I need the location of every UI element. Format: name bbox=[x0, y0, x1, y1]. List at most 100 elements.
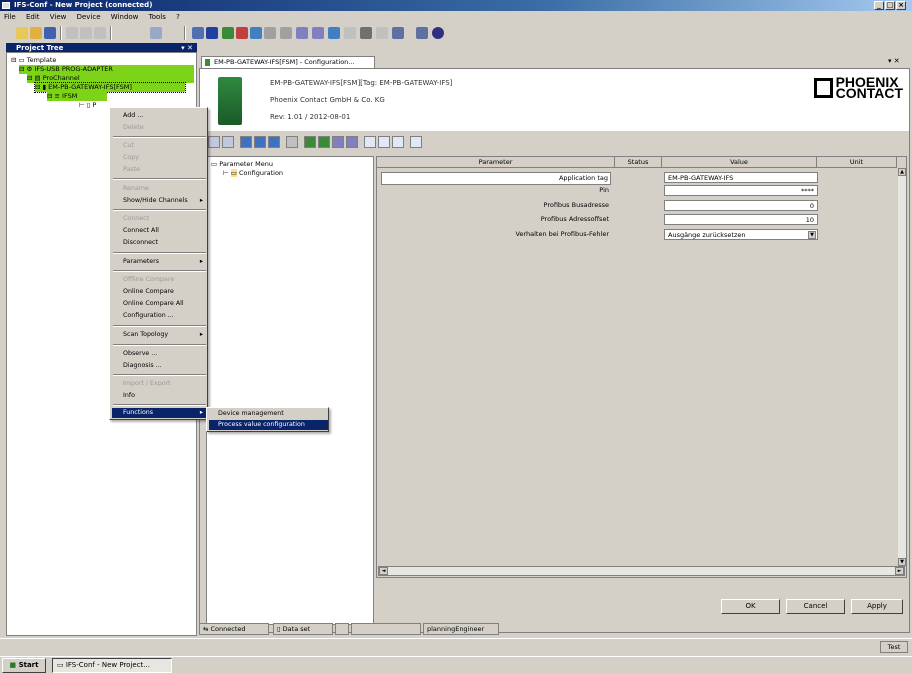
tree-item-template[interactable]: ⊟ ▭ Template bbox=[11, 56, 56, 65]
col-value[interactable]: Value bbox=[662, 157, 817, 168]
menu-item-import-export[interactable]: Import / Export bbox=[112, 379, 207, 389]
menu-item-disconnect[interactable]: Disconnect bbox=[112, 238, 207, 248]
menu-item-show-hide-channels[interactable]: Show/Hide Channels ▸ bbox=[112, 196, 207, 206]
menu-file[interactable]: File bbox=[0, 11, 20, 24]
chevron-down-icon[interactable]: ▼ bbox=[808, 231, 816, 239]
layout-icon[interactable] bbox=[150, 27, 162, 39]
menu-item-info[interactable]: Info bbox=[112, 391, 207, 401]
refresh-icon[interactable] bbox=[286, 136, 298, 148]
menu-item-cut[interactable]: Cut bbox=[112, 141, 207, 151]
menu-item-process-value-configuration[interactable]: Process value configuration bbox=[209, 420, 328, 430]
settings-icon[interactable] bbox=[360, 27, 372, 39]
read-icon[interactable] bbox=[240, 136, 252, 148]
open-icon[interactable] bbox=[30, 27, 42, 39]
minimize-button[interactable]: _ bbox=[874, 1, 884, 10]
tree-item-usb-adapter[interactable]: ⊟ ⚙ IFS-USB PROG-ADAPTER bbox=[19, 65, 194, 74]
menu-item-observe[interactable]: Observe ... bbox=[112, 349, 207, 359]
menu-item-connect-all[interactable]: Connect All bbox=[112, 226, 207, 236]
cut-icon[interactable] bbox=[66, 27, 78, 39]
menu-device[interactable]: Device bbox=[73, 11, 105, 24]
menu-item-connect[interactable]: Connect bbox=[112, 214, 207, 224]
help-icon[interactable] bbox=[432, 27, 444, 39]
layout-2-icon[interactable] bbox=[378, 136, 390, 148]
paste-icon[interactable] bbox=[94, 27, 106, 39]
tree-item-p[interactable]: ⊢ ▯ P bbox=[79, 101, 96, 110]
nav-configuration[interactable]: ⊢ ▭ Configuration bbox=[223, 169, 283, 178]
param-value-select[interactable]: Ausgänge zurücksetzen ▼ bbox=[664, 229, 818, 240]
tab-configuration[interactable]: EM-PB-GATEWAY-IFS[FSM] - Configuration..… bbox=[201, 56, 375, 68]
menu-item-device-management[interactable]: Device management bbox=[209, 409, 328, 419]
info-icon[interactable] bbox=[416, 27, 428, 39]
filter-icon[interactable] bbox=[346, 136, 358, 148]
layout-3-icon[interactable] bbox=[392, 136, 404, 148]
save-icon[interactable] bbox=[44, 27, 56, 39]
find-icon[interactable] bbox=[344, 27, 356, 39]
layout-1-icon[interactable] bbox=[364, 136, 376, 148]
observe-icon[interactable] bbox=[296, 27, 308, 39]
menu-window[interactable]: Window bbox=[107, 11, 143, 24]
menu-item-scan-topology[interactable]: Scan Topology ▸ bbox=[112, 330, 207, 340]
menu-item-offline-compare[interactable]: Offline Compare bbox=[112, 275, 207, 285]
copy-icon[interactable] bbox=[80, 27, 92, 39]
play-icon[interactable] bbox=[192, 27, 204, 39]
taskbar-app-button[interactable]: ▭ IFS-Conf - New Project... bbox=[52, 658, 172, 673]
pause-icon[interactable] bbox=[206, 27, 218, 39]
scan-icon[interactable] bbox=[328, 27, 340, 39]
cancel-button[interactable]: Cancel bbox=[786, 599, 845, 614]
menu-item-parameters[interactable]: Parameters ▸ bbox=[112, 257, 207, 267]
menu-item-copy[interactable]: Copy bbox=[112, 153, 207, 163]
menu-item-rename[interactable]: Rename bbox=[112, 184, 207, 194]
help-doc-icon[interactable] bbox=[410, 136, 422, 148]
download-icon[interactable] bbox=[264, 27, 276, 39]
scroll-up-icon[interactable]: ▲ bbox=[898, 168, 906, 176]
compare-params-icon[interactable] bbox=[332, 136, 344, 148]
col-unit[interactable]: Unit bbox=[817, 157, 897, 168]
upload-icon[interactable] bbox=[250, 27, 262, 39]
compare-icon[interactable] bbox=[280, 27, 292, 39]
param-value-input[interactable]: EM-PB-GATEWAY-IFS bbox=[664, 172, 818, 183]
menu-item-paste[interactable]: Paste bbox=[112, 165, 207, 175]
menu-view[interactable]: View bbox=[46, 11, 71, 24]
menu-item-add[interactable]: Add ... bbox=[112, 111, 207, 121]
tools-icon[interactable] bbox=[392, 27, 404, 39]
menu-item-online-compare-all[interactable]: Online Compare All bbox=[112, 299, 207, 309]
scroll-right-icon[interactable]: ► bbox=[895, 567, 904, 575]
diagnosis-icon[interactable] bbox=[312, 27, 324, 39]
menu-item-delete[interactable]: Delete bbox=[112, 123, 207, 133]
param-value-input[interactable]: **** bbox=[664, 185, 818, 196]
write-all-icon[interactable] bbox=[268, 136, 280, 148]
menu-edit[interactable]: Edit bbox=[22, 11, 44, 24]
horizontal-scrollbar[interactable]: ◄ ► bbox=[378, 566, 905, 576]
menu-item-online-compare[interactable]: Online Compare bbox=[112, 287, 207, 297]
ok-button[interactable]: OK bbox=[721, 599, 780, 614]
nav-parameter-menu[interactable]: ▭ Parameter Menu bbox=[211, 160, 273, 169]
menu-help[interactable]: ? bbox=[172, 11, 184, 24]
menu-item-functions[interactable]: Functions ▸ bbox=[112, 408, 207, 418]
scroll-left-icon[interactable]: ◄ bbox=[379, 567, 388, 575]
tree-item-gateway[interactable]: ⊟ ▮ EM-PB-GATEWAY-IFS[FSM] bbox=[34, 82, 186, 93]
close-button[interactable]: × bbox=[896, 1, 906, 10]
print-icon[interactable] bbox=[376, 27, 388, 39]
menu-item-configuration[interactable]: Configuration ... bbox=[112, 311, 207, 321]
online-icon[interactable] bbox=[304, 136, 316, 148]
write-icon[interactable] bbox=[254, 136, 266, 148]
param-value-input[interactable]: 10 bbox=[664, 214, 818, 225]
param-value-input[interactable]: 0 bbox=[664, 200, 818, 211]
tree-item-ifsm[interactable]: ⊟ ≡ IFSM bbox=[47, 92, 107, 101]
tree-item-prochannel[interactable]: ⊟ ▤ ProChannel bbox=[27, 74, 194, 83]
menu-item-diagnosis[interactable]: Diagnosis ... bbox=[112, 361, 207, 371]
new-icon[interactable] bbox=[16, 27, 28, 39]
apply-button[interactable]: Apply bbox=[851, 599, 903, 614]
connect-icon[interactable] bbox=[222, 27, 234, 39]
disconnect-icon[interactable] bbox=[236, 27, 248, 39]
window-icon[interactable] bbox=[222, 136, 234, 148]
offline-icon[interactable] bbox=[318, 136, 330, 148]
maximize-button[interactable]: □ bbox=[885, 1, 895, 10]
vertical-scrollbar[interactable]: ▲ ▼ bbox=[898, 168, 906, 566]
col-parameter[interactable]: Parameter bbox=[377, 157, 615, 168]
scroll-down-icon[interactable]: ▼ bbox=[898, 558, 906, 566]
close-doc-icon[interactable]: ▾ ✕ bbox=[888, 57, 900, 65]
start-button[interactable]: ■ Start bbox=[2, 658, 46, 673]
view-icon[interactable] bbox=[208, 136, 220, 148]
col-status[interactable]: Status bbox=[615, 157, 662, 168]
